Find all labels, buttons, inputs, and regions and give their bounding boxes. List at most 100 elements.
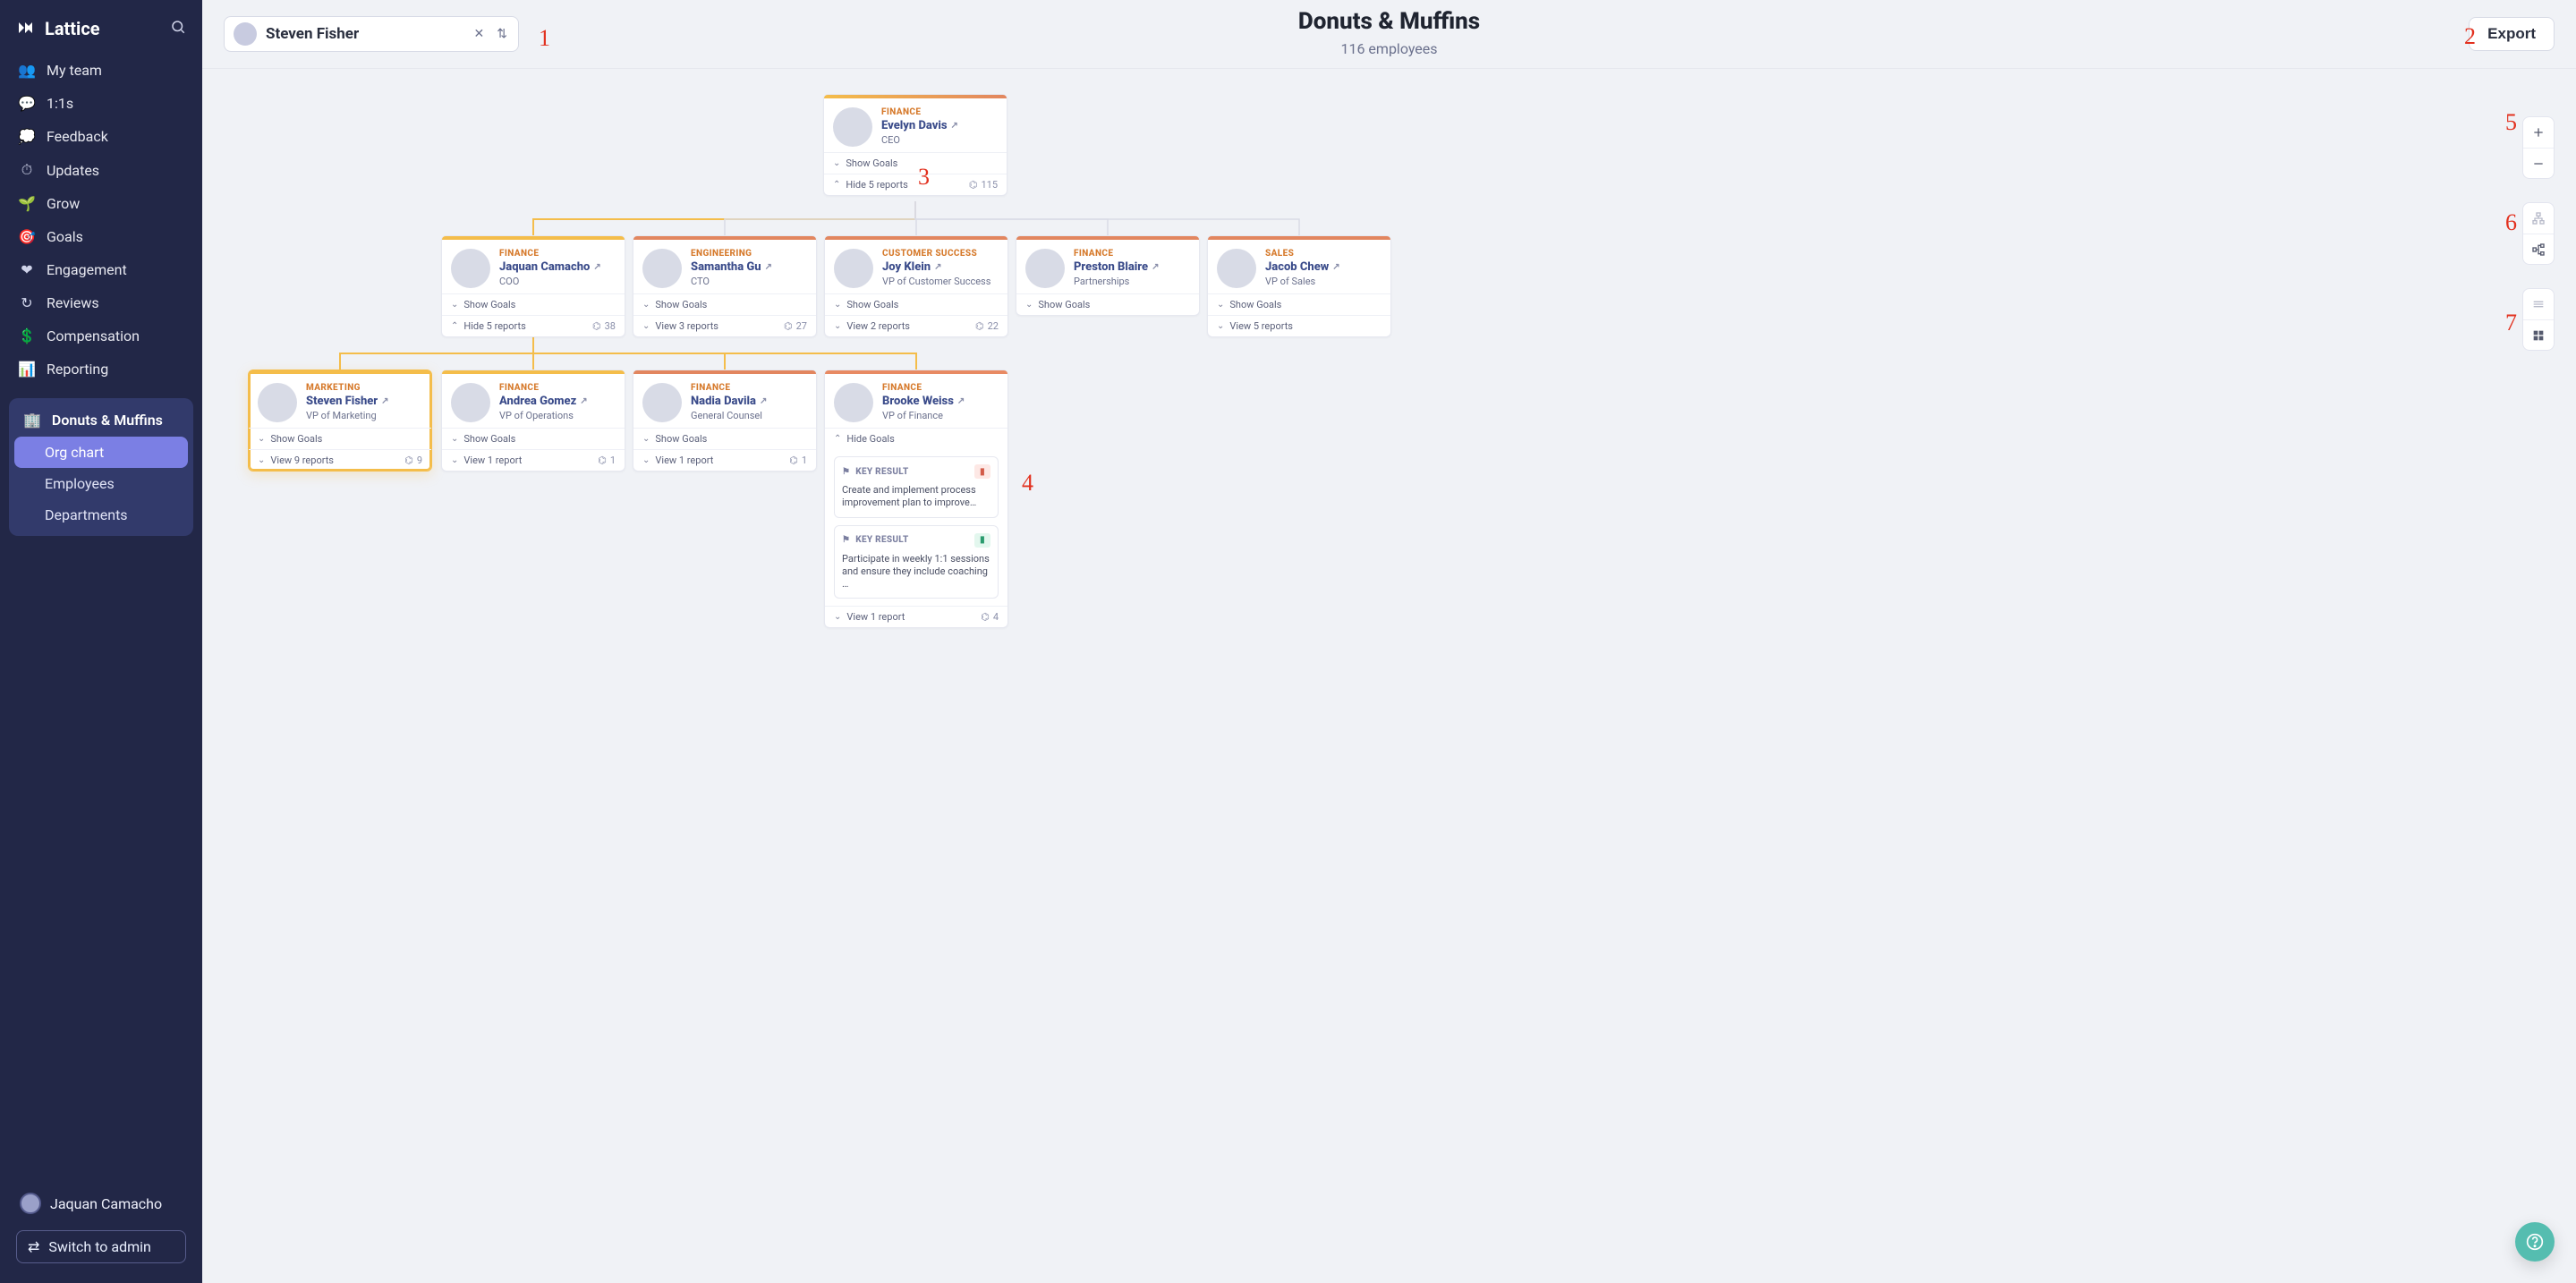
person-name[interactable]: Jacob Chew↗ xyxy=(1265,260,1340,274)
card-action-goals[interactable]: ⌄Show Goals xyxy=(442,428,625,449)
external-link-icon[interactable]: ↗ xyxy=(765,262,772,272)
nav-reviews[interactable]: ↻Reviews xyxy=(9,286,193,319)
zoom-in-button[interactable] xyxy=(2523,117,2554,148)
card-action-reports[interactable]: ⌄View 2 reports⌬22 xyxy=(825,315,1007,336)
external-link-icon[interactable]: ↗ xyxy=(593,262,600,272)
org-icon: ⌬ xyxy=(981,611,990,623)
person-role: VP of Finance xyxy=(882,410,965,421)
card-action-reports[interactable]: ⌄View 9 reports⌬9 xyxy=(249,449,431,471)
card-action-reports[interactable]: ⌃Hide 5 reports⌬38 xyxy=(442,315,625,336)
help-button[interactable] xyxy=(2515,1222,2555,1262)
card-action-reports[interactable]: ⌃Hide 5 reports⌬115 xyxy=(824,174,1007,195)
lattice-logo-icon xyxy=(16,18,38,39)
status-badge-green: ▮ xyxy=(974,533,990,548)
zoom-out-button[interactable] xyxy=(2523,148,2554,178)
card-action-goals[interactable]: ⌄Show Goals xyxy=(249,428,431,449)
card-action-reports[interactable]: ⌄View 1 report⌬1 xyxy=(442,449,625,471)
annotation-2: 2 xyxy=(2464,23,2476,50)
topbar: Steven Fisher ✕ ⇅ Donuts & Muffins 116 e… xyxy=(202,0,2576,69)
status-badge-red: ▮ xyxy=(974,464,990,479)
nav-goals[interactable]: 🎯Goals xyxy=(9,220,193,253)
card-action-reports[interactable]: ⌄View 1 report⌬4 xyxy=(825,606,1007,627)
org-subtitle: 116 employees xyxy=(1298,40,1480,57)
person-name[interactable]: Evelyn Davis↗ xyxy=(881,119,958,132)
layout-side-button[interactable] xyxy=(2523,234,2554,264)
card-action-goals[interactable]: ⌄Show Goals xyxy=(825,293,1007,315)
avatar xyxy=(642,383,682,422)
subnav-employees[interactable]: Employees xyxy=(14,468,188,499)
dropdown-icon[interactable]: ⇅ xyxy=(495,27,509,41)
view-compact-button[interactable] xyxy=(2523,289,2554,319)
section-title[interactable]: 🏢 Donuts & Muffins xyxy=(14,404,188,437)
person-name[interactable]: Andrea Gomez↗ xyxy=(499,395,588,408)
person-card[interactable]: FINANCE Preston Blaire↗ Partnerships ⌄Sh… xyxy=(1016,235,1200,316)
clear-icon[interactable]: ✕ xyxy=(472,27,487,41)
goal-card[interactable]: ⚑KEY RESULT▮ Create and implement proces… xyxy=(834,456,999,518)
external-link-icon[interactable]: ↗ xyxy=(1332,262,1339,272)
person-name[interactable]: Jaquan Camacho↗ xyxy=(499,260,601,274)
person-name[interactable]: Steven Fisher↗ xyxy=(306,395,389,408)
nav-label: My team xyxy=(47,62,102,79)
external-link-icon[interactable]: ↗ xyxy=(381,396,388,406)
person-card[interactable]: FINANCE Nadia Davila↗ General Counsel ⌄S… xyxy=(633,370,817,472)
person-name[interactable]: Samantha Gu↗ xyxy=(691,260,772,274)
card-action-reports[interactable]: ⌄View 3 reports⌬27 xyxy=(633,315,816,336)
report-count: 22 xyxy=(988,320,999,332)
view-grid-button[interactable] xyxy=(2523,319,2554,350)
external-link-icon[interactable]: ↗ xyxy=(760,396,767,406)
dept-label: ENGINEERING xyxy=(691,249,772,259)
sidebar-header: Lattice xyxy=(9,13,193,54)
person-picker[interactable]: Steven Fisher ✕ ⇅ xyxy=(224,16,519,52)
person-card[interactable]: CUSTOMER SUCCESS Joy Klein↗ VP of Custom… xyxy=(824,235,1008,337)
card-action-goals[interactable]: ⌄Show Goals xyxy=(1208,293,1390,315)
layout-tree-button[interactable] xyxy=(2523,203,2554,234)
nav-one-on-ones[interactable]: 💬1:1s xyxy=(9,87,193,120)
external-link-icon[interactable]: ↗ xyxy=(934,262,941,272)
person-card[interactable]: FINANCE Jaquan Camacho↗ COO ⌄Show Goals … xyxy=(441,235,625,337)
dept-label: FINANCE xyxy=(499,383,588,393)
nav-label: Grow xyxy=(47,195,80,212)
external-link-icon[interactable]: ↗ xyxy=(1152,262,1159,272)
org-chart-canvas[interactable]: FINANCE Evelyn Davis↗ CEO ⌄Show Goals ⌃H… xyxy=(202,69,2576,1283)
card-action-goals[interactable]: ⌄Show Goals xyxy=(442,293,625,315)
card-action-reports[interactable]: ⌄View 5 reports xyxy=(1208,315,1390,336)
nav-feedback[interactable]: 💭Feedback xyxy=(9,120,193,153)
goal-card[interactable]: ⚑KEY RESULT▮ Participate in weekly 1:1 s… xyxy=(834,525,999,599)
search-icon[interactable] xyxy=(170,19,186,38)
org-icon: ⌬ xyxy=(598,455,607,466)
person-role: COO xyxy=(499,276,601,287)
person-name[interactable]: Joy Klein↗ xyxy=(882,260,990,274)
card-action-goals[interactable]: ⌄Show Goals xyxy=(633,428,816,449)
dept-label: FINANCE xyxy=(691,383,767,393)
nav-reporting[interactable]: 📊Reporting xyxy=(9,353,193,386)
feedback-icon: 💭 xyxy=(18,128,36,145)
export-button[interactable]: Export xyxy=(2469,17,2555,51)
nav-engagement[interactable]: ❤Engagement xyxy=(9,253,193,286)
switch-to-admin-button[interactable]: ⇄ Switch to admin xyxy=(16,1230,186,1263)
person-card[interactable]: ENGINEERING Samantha Gu↗ CTO ⌄Show Goals… xyxy=(633,235,817,337)
nav-grow[interactable]: 🌱Grow xyxy=(9,187,193,220)
annotation-5: 5 xyxy=(2505,109,2517,136)
external-link-icon[interactable]: ↗ xyxy=(957,396,965,406)
external-link-icon[interactable]: ↗ xyxy=(951,121,958,131)
person-name[interactable]: Nadia Davila↗ xyxy=(691,395,767,408)
person-name[interactable]: Preston Blaire↗ xyxy=(1074,260,1159,274)
nav-updates[interactable]: ⏱Updates xyxy=(9,153,193,187)
card-action-goals[interactable]: ⌄Show Goals xyxy=(824,152,1007,174)
subnav-org-chart[interactable]: Org chart xyxy=(14,437,188,468)
person-card[interactable]: FINANCE Andrea Gomez↗ VP of Operations ⌄… xyxy=(441,370,625,472)
card-action-goals[interactable]: ⌃Hide Goals xyxy=(825,428,1007,449)
card-action-reports[interactable]: ⌄View 1 report⌬1 xyxy=(633,449,816,471)
person-card-root[interactable]: FINANCE Evelyn Davis↗ CEO ⌄Show Goals ⌃H… xyxy=(823,94,1007,196)
card-action-goals[interactable]: ⌄Show Goals xyxy=(633,293,816,315)
person-card-expanded[interactable]: FINANCE Brooke Weiss↗ VP of Finance ⌃Hid… xyxy=(824,370,1008,628)
person-name[interactable]: Brooke Weiss↗ xyxy=(882,395,965,408)
subnav-departments[interactable]: Departments xyxy=(14,499,188,531)
person-card[interactable]: SALES Jacob Chew↗ VP of Sales ⌄Show Goal… xyxy=(1207,235,1391,337)
external-link-icon[interactable]: ↗ xyxy=(580,396,587,406)
nav-my-team[interactable]: 👥My team xyxy=(9,54,193,87)
nav-compensation[interactable]: 💲Compensation xyxy=(9,319,193,353)
card-action-goals[interactable]: ⌄Show Goals xyxy=(1016,293,1199,315)
person-card-selected[interactable]: MARKETING Steven Fisher↗ VP of Marketing… xyxy=(248,370,432,472)
current-user[interactable]: Jaquan Camacho xyxy=(16,1185,186,1221)
